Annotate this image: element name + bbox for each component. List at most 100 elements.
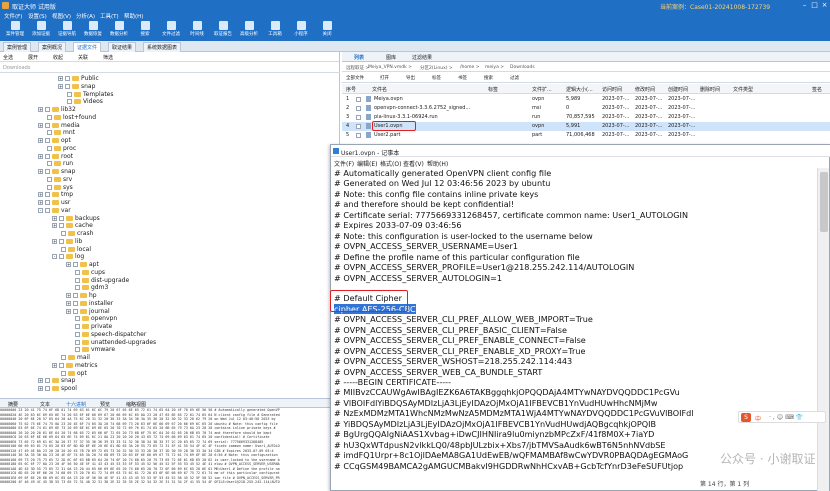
expand-toggle-icon[interactable]: + <box>66 262 71 267</box>
breadcrumb-item[interactable]: Meiya_VPN.vmdk > <box>368 65 412 70</box>
tree-checkbox[interactable] <box>75 277 80 283</box>
np-menu-format[interactable]: 格式(O) <box>380 159 401 168</box>
expand-toggle-icon[interactable]: + <box>58 83 63 89</box>
filter-button-list[interactable]: 过滤 <box>510 75 519 81</box>
tab-list[interactable]: 列表 <box>354 54 364 61</box>
breadcrumb-item[interactable]: Downloads <box>510 65 535 70</box>
tree-checkbox[interactable] <box>45 153 50 159</box>
file-checkbox[interactable] <box>356 97 361 102</box>
tree-checkbox[interactable] <box>73 293 78 298</box>
expand-toggle-icon[interactable]: + <box>38 378 43 384</box>
file-filter-button[interactable]: 文件过滤 <box>160 21 182 40</box>
expand-toggle-icon[interactable]: + <box>38 192 43 198</box>
case-manage-button[interactable]: 案件管理 <box>4 21 26 40</box>
tree-checkbox[interactable] <box>75 316 80 322</box>
tree-checkbox[interactable] <box>59 362 64 368</box>
ime-toolbar[interactable]: S 中 ·,☺⌨👕 <box>738 411 826 423</box>
tree-checkbox[interactable] <box>45 122 50 128</box>
search-button-list[interactable]: 搜索 <box>484 75 493 81</box>
file-checkbox[interactable] <box>356 133 361 138</box>
advanced-analysis-button[interactable]: 高级分析 <box>238 21 260 40</box>
tab-system-chart[interactable]: 系统数据图表 <box>143 42 182 52</box>
tree-collapse[interactable]: 收起 <box>53 54 63 61</box>
tree-checkbox[interactable] <box>45 169 50 174</box>
tree-checkbox[interactable] <box>45 207 50 213</box>
expand-toggle-icon[interactable]: + <box>66 300 71 306</box>
tree-checkbox[interactable] <box>47 184 52 190</box>
np-menu-help[interactable]: 帮助(H) <box>427 159 448 168</box>
evidence-nav-button[interactable]: 证据导航 <box>56 21 78 40</box>
data-analysis-button[interactable]: 数据分析 <box>108 21 130 40</box>
menu-file[interactable]: 文件(F) <box>4 12 22 20</box>
expand-toggle-icon[interactable]: + <box>58 76 63 81</box>
tree-checkbox[interactable] <box>59 238 64 244</box>
tree-checkbox[interactable] <box>45 200 50 205</box>
menu-help[interactable]: 帮助(H) <box>124 12 143 20</box>
breadcrumb-item[interactable]: 远程取证 > <box>346 65 369 71</box>
breadcrumb-item[interactable]: /home > <box>460 65 479 70</box>
breadcrumb-item[interactable]: meiya > <box>485 65 504 70</box>
menu-tools[interactable]: 工具(T) <box>100 12 119 20</box>
tree-expand[interactable]: 展开 <box>28 54 38 61</box>
tree-checkbox[interactable] <box>75 347 80 353</box>
scroll-thumb[interactable] <box>820 172 828 232</box>
tree-checkbox[interactable] <box>75 324 80 329</box>
tree-checkbox[interactable] <box>67 91 72 97</box>
expand-toggle-icon[interactable]: + <box>38 122 43 128</box>
data-recovery-button[interactable]: 数据恢复 <box>82 21 104 40</box>
tree-associate[interactable]: 关联 <box>78 54 88 61</box>
file-checkbox[interactable] <box>356 124 361 129</box>
bookmark-button[interactable]: 书签 <box>458 75 467 81</box>
tree-checkbox[interactable] <box>73 308 78 314</box>
tree-checkbox[interactable] <box>45 138 50 143</box>
tab-case-overview[interactable]: 案例概况 <box>38 42 67 52</box>
expand-toggle-icon[interactable]: + <box>38 153 43 159</box>
timeline-button[interactable]: 时间线 <box>186 21 208 40</box>
search-button[interactable]: 搜索 <box>134 21 156 40</box>
tree-checkbox[interactable] <box>59 223 64 229</box>
tree-checkbox[interactable] <box>75 269 80 275</box>
table-row[interactable]: 2 openvpn-connect-3.3.6.2752_signed... msi… <box>342 104 830 113</box>
expand-toggle-icon[interactable]: + <box>38 386 43 391</box>
tree-checkbox[interactable] <box>47 145 52 151</box>
tab-gallery[interactable]: 图库 <box>386 54 396 61</box>
expand-toggle-icon[interactable]: + <box>52 238 57 244</box>
notepad-scrollbar[interactable] <box>817 168 829 491</box>
tree-checkbox[interactable] <box>61 246 66 252</box>
tree-checkbox[interactable] <box>59 254 64 260</box>
add-evidence-button[interactable]: 添加证据 <box>30 21 52 40</box>
expand-toggle-icon[interactable]: + <box>52 223 57 229</box>
menu-settings[interactable]: 设置(S) <box>28 12 47 20</box>
hex-view[interactable]: 00000000 23 20 41 75 74 6F 6D 61 74 69 6… <box>0 408 340 488</box>
export-button[interactable]: 导出 <box>406 75 415 81</box>
expand-toggle-icon[interactable]: + <box>38 200 43 205</box>
tree-checkbox[interactable] <box>73 262 78 267</box>
tree-select-all[interactable]: 全选 <box>3 54 13 61</box>
tab-case-manage[interactable]: 案例管理 <box>3 42 32 52</box>
collapse-toggle-icon[interactable]: - <box>52 254 57 260</box>
np-menu-edit[interactable]: 编辑(E) <box>357 159 377 168</box>
tree-item[interactable]: + spool <box>38 385 77 393</box>
tree-checkbox[interactable] <box>75 339 80 345</box>
tree-checkbox[interactable] <box>47 114 52 120</box>
tree-checkbox[interactable] <box>75 285 80 291</box>
tree-search-input[interactable]: Downloads <box>0 63 340 73</box>
np-menu-file[interactable]: 文件(F) <box>334 159 354 168</box>
tree-checkbox[interactable] <box>65 83 70 89</box>
ime-mode[interactable]: 中 <box>755 414 761 423</box>
close-icon[interactable]: × <box>820 1 829 10</box>
table-row[interactable]: 5 User2.part part 71,006,468 2023-07-... 2023… <box>342 131 830 140</box>
breadcrumb-item[interactable]: 分区2(Linux) > <box>420 65 453 71</box>
tree-checkbox[interactable] <box>47 161 52 167</box>
file-checkbox[interactable] <box>356 115 361 120</box>
tree-checkbox[interactable] <box>47 176 52 182</box>
mini-program-button[interactable]: 小程序 <box>290 21 312 40</box>
close-case-button[interactable]: 关闭 <box>316 21 338 40</box>
tree-checkbox[interactable] <box>45 107 50 112</box>
np-menu-view[interactable]: 查看(V) <box>403 159 424 168</box>
expand-toggle-icon[interactable]: + <box>66 293 71 298</box>
expand-toggle-icon[interactable]: + <box>66 308 71 314</box>
menu-view[interactable]: 视图(V) <box>52 12 71 20</box>
tab-filter-results[interactable]: 过滤结果 <box>412 54 432 61</box>
tree-checkbox[interactable] <box>61 370 66 376</box>
